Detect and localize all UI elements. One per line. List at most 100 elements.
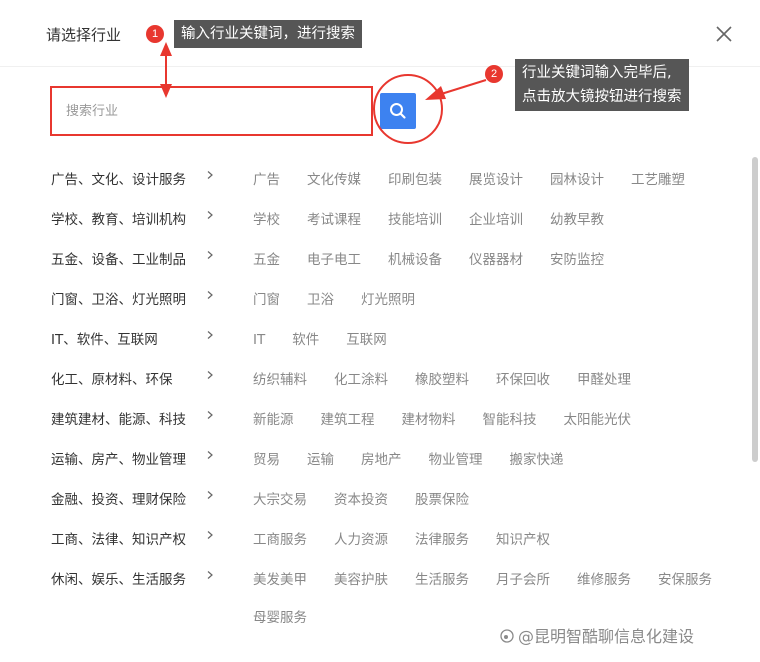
tooltip-step-2: 行业关键词输入完毕后, 点击放大镜按钮进行搜索 xyxy=(515,59,689,111)
chevron-right-icon xyxy=(207,451,213,459)
subcategory-item[interactable]: 安保服务 xyxy=(658,568,712,588)
tooltip-step-2-line1: 行业关键词输入完毕后, xyxy=(522,65,672,81)
search-button[interactable] xyxy=(380,93,416,129)
industry-category[interactable]: 五金、设备、工业制品 xyxy=(51,248,186,268)
industry-category[interactable]: IT、软件、互联网 xyxy=(51,328,158,348)
industry-row: 运输、房产、物业管理 贸易 运输 房地产 物业管理 搬家快递 xyxy=(0,437,750,477)
chevron-right-icon xyxy=(207,211,213,219)
subcategory-item[interactable]: 五金 xyxy=(253,248,280,268)
subcategory-item[interactable]: 企业培训 xyxy=(469,208,523,228)
subcategory-item[interactable]: 人力资源 xyxy=(334,528,388,548)
subcategory-list: 学校 考试课程 技能培训 企业培训 幼教早教 xyxy=(253,208,631,228)
close-icon[interactable] xyxy=(712,22,736,46)
industry-row: 化工、原材料、环保 纺织辅料 化工涂料 橡胶塑料 环保回收 甲醛处理 xyxy=(0,357,750,397)
subcategory-item[interactable]: 广告 xyxy=(253,168,280,188)
tooltip-step-2-line2: 点击放大镜按钮进行搜索 xyxy=(522,89,682,105)
subcategory-item[interactable]: 灯光照明 xyxy=(361,288,415,308)
subcategory-item[interactable]: 幼教早教 xyxy=(550,208,604,228)
industry-category[interactable]: 建筑建材、能源、科技 xyxy=(51,408,186,428)
subcategory-item[interactable]: 化工涂料 xyxy=(334,368,388,388)
subcategory-item[interactable]: 考试课程 xyxy=(307,208,361,228)
subcategory-item[interactable]: 工商服务 xyxy=(253,528,307,548)
industry-category[interactable]: 休闲、娱乐、生活服务 xyxy=(51,568,186,588)
search-input[interactable] xyxy=(52,88,371,134)
subcategory-item[interactable]: 建材物料 xyxy=(402,408,456,428)
subcategory-item[interactable]: 展览设计 xyxy=(469,168,523,188)
subcategory-item[interactable]: 房地产 xyxy=(361,448,402,468)
subcategory-item[interactable]: 太阳能光伏 xyxy=(564,408,632,428)
dialog-title: 请选择行业 xyxy=(46,26,122,44)
subcategory-item[interactable]: 软件 xyxy=(292,328,319,348)
subcategory-item[interactable]: 工艺雕塑 xyxy=(631,168,685,188)
industry-row: 建筑建材、能源、科技 新能源 建筑工程 建材物料 智能科技 太阳能光伏 xyxy=(0,397,750,437)
subcategory-item[interactable]: 甲醛处理 xyxy=(577,368,631,388)
subcategory-item[interactable]: 知识产权 xyxy=(496,528,550,548)
subcategory-list: 工商服务 人力资源 法律服务 知识产权 xyxy=(253,528,577,548)
subcategory-list: 新能源 建筑工程 建材物料 智能科技 太阳能光伏 xyxy=(253,408,658,428)
subcategory-item[interactable]: 卫浴 xyxy=(307,288,334,308)
subcategory-list: 纺织辅料 化工涂料 橡胶塑料 环保回收 甲醛处理 xyxy=(253,368,658,388)
subcategory-item[interactable]: 学校 xyxy=(253,208,280,228)
subcategory-item[interactable]: 互联网 xyxy=(346,328,387,348)
search-icon xyxy=(390,103,406,119)
subcategory-item[interactable]: 美容护肤 xyxy=(334,568,388,588)
subcategory-item[interactable]: 电子电工 xyxy=(307,248,361,268)
subcategory-item[interactable]: 生活服务 xyxy=(415,568,469,588)
subcategory-item[interactable]: 母婴服务 xyxy=(253,606,307,626)
subcategory-item[interactable]: 机械设备 xyxy=(388,248,442,268)
subcategory-item[interactable]: 技能培训 xyxy=(388,208,442,228)
subcategory-list: 广告 文化传媒 印刷包装 展览设计 园林设计 工艺雕塑 xyxy=(253,168,712,188)
chevron-right-icon xyxy=(207,171,213,179)
chevron-right-icon xyxy=(207,571,213,579)
subcategory-item[interactable]: 搬家快递 xyxy=(510,448,564,468)
subcategory-list: 门窗 卫浴 灯光照明 xyxy=(253,288,442,308)
industry-row: 门窗、卫浴、灯光照明 门窗 卫浴 灯光照明 xyxy=(0,277,750,317)
step-badge-2: 2 xyxy=(485,65,503,83)
watermark-text: @昆明智酷聊信息化建设 xyxy=(518,627,695,646)
subcategory-item[interactable]: 仪器器材 xyxy=(469,248,523,268)
industry-category[interactable]: 化工、原材料、环保 xyxy=(51,368,173,388)
industry-category[interactable]: 学校、教育、培训机构 xyxy=(51,208,186,228)
tooltip-step-1: 输入行业关键词，进行搜索 xyxy=(174,20,362,48)
industry-row: 工商、法律、知识产权 工商服务 人力资源 法律服务 知识产权 xyxy=(0,517,750,557)
subcategory-item[interactable]: 资本投资 xyxy=(334,488,388,508)
subcategory-item[interactable]: 运输 xyxy=(307,448,334,468)
subcategory-item[interactable]: 法律服务 xyxy=(415,528,469,548)
subcategory-item[interactable]: IT xyxy=(253,332,265,348)
subcategory-item[interactable]: 美发美甲 xyxy=(253,568,307,588)
chevron-right-icon xyxy=(207,491,213,499)
subcategory-item[interactable]: 维修服务 xyxy=(577,568,631,588)
subcategory-item[interactable]: 大宗交易 xyxy=(253,488,307,508)
subcategory-item[interactable]: 门窗 xyxy=(253,288,280,308)
subcategory-item[interactable]: 橡胶塑料 xyxy=(415,368,469,388)
industry-row: 五金、设备、工业制品 五金 电子电工 机械设备 仪器器材 安防监控 xyxy=(0,237,750,277)
subcategory-item[interactable]: 环保回收 xyxy=(496,368,550,388)
industry-category[interactable]: 门窗、卫浴、灯光照明 xyxy=(51,288,186,308)
industry-row: 学校、教育、培训机构 学校 考试课程 技能培训 企业培训 幼教早教 xyxy=(0,197,750,237)
industry-category[interactable]: 金融、投资、理财保险 xyxy=(51,488,186,508)
subcategory-item[interactable]: 贸易 xyxy=(253,448,280,468)
subcategory-item[interactable]: 月子会所 xyxy=(496,568,550,588)
subcategory-item[interactable]: 建筑工程 xyxy=(321,408,375,428)
industry-category[interactable]: 工商、法律、知识产权 xyxy=(51,528,186,548)
subcategory-item[interactable]: 安防监控 xyxy=(550,248,604,268)
industry-category[interactable]: 运输、房产、物业管理 xyxy=(51,448,186,468)
chevron-right-icon xyxy=(207,371,213,379)
subcategory-item[interactable]: 物业管理 xyxy=(429,448,483,468)
subcategory-item[interactable]: 新能源 xyxy=(253,408,294,428)
chevron-right-icon xyxy=(207,331,213,339)
subcategory-list: 美发美甲 美容护肤 生活服务 月子会所 维修服务 安保服务母婴服务 xyxy=(253,568,739,626)
subcategory-item[interactable]: 园林设计 xyxy=(550,168,604,188)
scrollbar-thumb[interactable] xyxy=(752,157,758,462)
step-badge-1: 1 xyxy=(146,25,164,43)
chevron-right-icon xyxy=(207,411,213,419)
subcategory-list: IT 软件 互联网 xyxy=(253,328,414,348)
weibo-logo-icon xyxy=(500,629,514,643)
subcategory-item[interactable]: 智能科技 xyxy=(483,408,537,428)
subcategory-item[interactable]: 纺织辅料 xyxy=(253,368,307,388)
subcategory-item[interactable]: 文化传媒 xyxy=(307,168,361,188)
subcategory-item[interactable]: 股票保险 xyxy=(415,488,469,508)
subcategory-item[interactable]: 印刷包装 xyxy=(388,168,442,188)
subcategory-list: 五金 电子电工 机械设备 仪器器材 安防监控 xyxy=(253,248,631,268)
industry-category[interactable]: 广告、文化、设计服务 xyxy=(51,168,186,188)
